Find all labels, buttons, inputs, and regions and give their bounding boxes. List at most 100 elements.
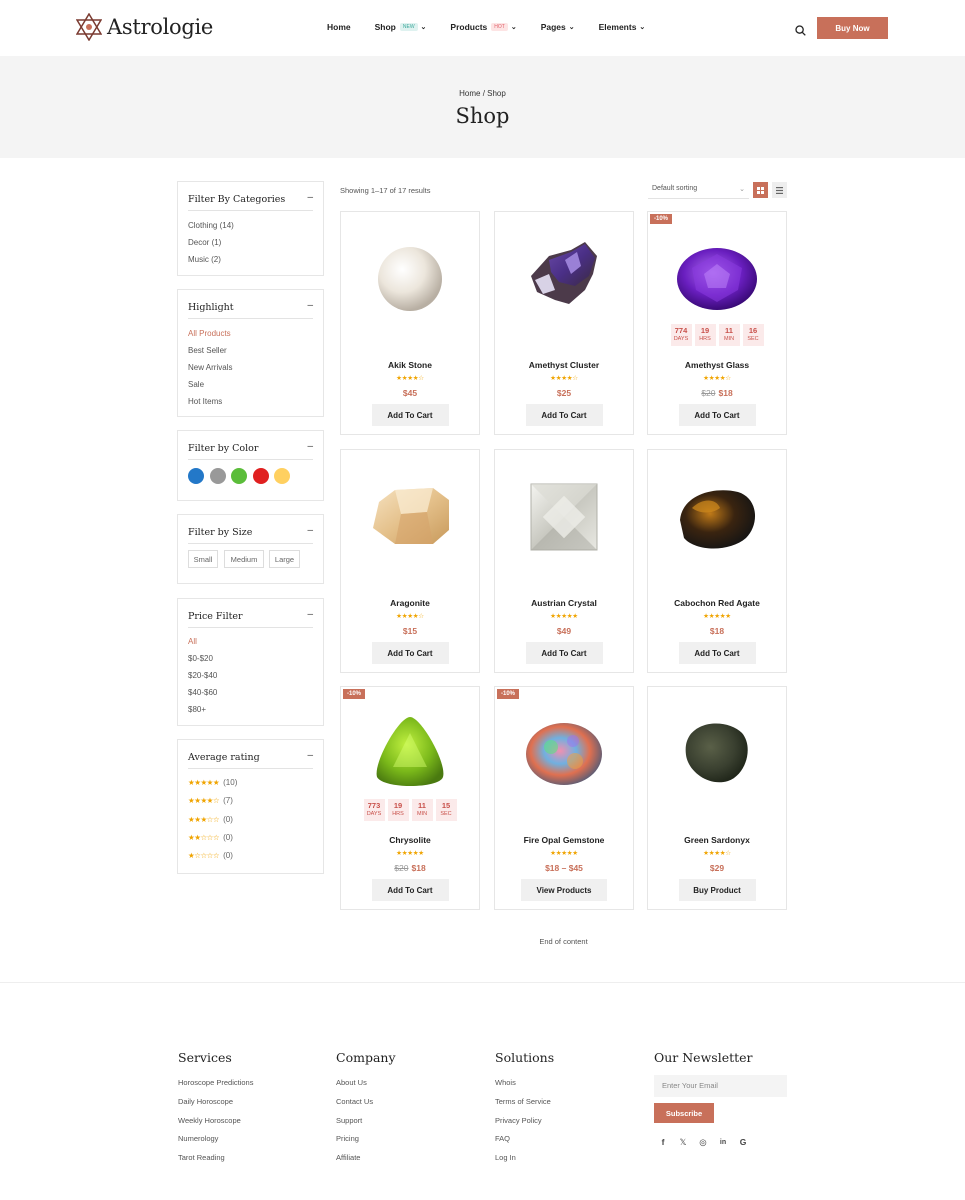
collapse-icon[interactable]: – (307, 300, 313, 311)
product-name[interactable]: Fire Opal Gemstone (495, 835, 633, 845)
footer-link[interactable]: Contact Us (336, 1093, 396, 1112)
buy-now-button[interactable]: Buy Now (817, 17, 888, 39)
facebook-icon[interactable]: f (658, 1137, 668, 1147)
footer-link[interactable]: Pricing (336, 1130, 396, 1149)
add-to-cart-button[interactable]: Add To Cart (525, 404, 603, 426)
footer-link[interactable]: Horoscope Predictions (178, 1074, 253, 1093)
product-card[interactable]: Austrian Crystal ★★★★★ $49 Add To Cart (494, 449, 634, 673)
product-image[interactable] (361, 468, 459, 566)
price-range-item[interactable]: All (188, 637, 197, 646)
footer-link[interactable]: FAQ (495, 1130, 554, 1149)
product-card[interactable]: Green Sardonyx ★★★★☆ $29 Buy Product (647, 686, 787, 910)
footer-link[interactable]: Support (336, 1112, 396, 1131)
color-swatch[interactable] (231, 468, 247, 484)
logo[interactable]: Astrologie (76, 13, 213, 41)
grid-view-icon[interactable] (753, 182, 768, 198)
list-view-icon[interactable] (772, 182, 787, 198)
add-to-cart-button[interactable]: Add To Cart (525, 642, 603, 664)
x-icon[interactable]: 𝕏 (678, 1137, 688, 1147)
size-option-medium[interactable]: Medium (224, 550, 264, 568)
rating-filter-item[interactable]: ★★★★☆ (7) (188, 796, 233, 805)
footer-link[interactable]: Terms of Service (495, 1093, 554, 1112)
product-card[interactable]: Akik Stone ★★★★☆ $45 Add To Cart (340, 211, 480, 435)
rating-filter-item[interactable]: ★☆☆☆☆ (0) (188, 851, 233, 860)
product-image[interactable] (361, 705, 459, 803)
price-range-item[interactable]: $80+ (188, 705, 206, 714)
google-icon[interactable]: G (738, 1137, 748, 1147)
collapse-icon[interactable]: – (307, 192, 313, 203)
collapse-icon[interactable]: – (307, 525, 313, 536)
product-image[interactable] (668, 705, 766, 803)
footer-link[interactable]: Daily Horoscope (178, 1093, 253, 1112)
add-to-cart-button[interactable]: Add To Cart (371, 642, 449, 664)
product-image[interactable] (668, 468, 766, 566)
product-name[interactable]: Cabochon Red Agate (648, 598, 786, 608)
add-to-cart-button[interactable]: Add To Cart (678, 404, 756, 426)
subscribe-button[interactable]: Subscribe (654, 1103, 714, 1123)
color-swatch[interactable] (209, 468, 226, 484)
footer-link[interactable]: Privacy Policy (495, 1112, 554, 1131)
product-card[interactable]: Cabochon Red Agate ★★★★★ $18 Add To Cart (647, 449, 787, 673)
product-card[interactable]: -10% 774 DAYS 19 HRS 11 MIN 16 SEC Amethyst Glass… (647, 211, 787, 435)
nav-item-shop[interactable]: Shop NEW ⌄ (375, 22, 427, 32)
product-name[interactable]: Austrian Crystal (495, 598, 633, 608)
highlight-item[interactable]: Best Seller (188, 346, 227, 355)
add-to-cart-button[interactable]: Add To Cart (371, 404, 449, 426)
product-card[interactable]: -10% 773 DAYS 19 HRS 11 MIN 15 SEC Chrysolite ★★★★… (340, 686, 480, 910)
price-range-item[interactable]: $0-$20 (188, 654, 213, 663)
product-name[interactable]: Green Sardonyx (648, 835, 786, 845)
product-image[interactable] (515, 230, 613, 328)
color-swatch[interactable] (252, 468, 269, 484)
search-icon[interactable] (795, 23, 806, 41)
product-name[interactable]: Amethyst Cluster (495, 360, 633, 370)
product-image[interactable] (515, 705, 613, 803)
highlight-item[interactable]: All Products (188, 329, 231, 338)
color-swatch[interactable] (274, 468, 290, 484)
collapse-icon[interactable]: – (307, 609, 313, 620)
product-card[interactable]: Aragonite ★★★★☆ $15 Add To Cart (340, 449, 480, 673)
nav-item-products[interactable]: Products HOT ⌄ (450, 22, 516, 32)
add-to-cart-button[interactable]: Add To Cart (678, 642, 756, 664)
size-option-large[interactable]: Large (269, 550, 300, 568)
product-image[interactable] (361, 230, 459, 328)
price-range-item[interactable]: $20-$40 (188, 671, 217, 680)
sort-select[interactable]: Default sorting ⌄ (648, 182, 749, 199)
product-name[interactable]: Chrysolite (341, 835, 479, 845)
category-item[interactable]: Decor (1) (188, 238, 221, 247)
product-name[interactable]: Amethyst Glass (648, 360, 786, 370)
highlight-item[interactable]: New Arrivals (188, 363, 232, 372)
rating-filter-item[interactable]: ★★★☆☆ (0) (188, 815, 233, 824)
breadcrumb[interactable]: Home / Shop (0, 89, 965, 98)
collapse-icon[interactable]: – (307, 441, 313, 452)
product-card[interactable]: -10% Fire Opal Gemstone ★★★★★ $18 – $45 View… (494, 686, 634, 910)
nav-item-home[interactable]: Home (327, 22, 351, 32)
product-image[interactable] (515, 468, 613, 566)
linkedin-icon[interactable]: in (718, 1137, 728, 1147)
nav-item-pages[interactable]: Pages ⌄ (541, 22, 575, 32)
product-name[interactable]: Akik Stone (341, 360, 479, 370)
buy-product-button[interactable]: Buy Product (678, 879, 756, 901)
footer-link[interactable]: Affiliate (336, 1149, 396, 1168)
highlight-item[interactable]: Hot Items (188, 397, 222, 406)
rating-filter-item[interactable]: ★★☆☆☆ (0) (188, 833, 233, 842)
price-range-item[interactable]: $40-$60 (188, 688, 217, 697)
footer-link[interactable]: Numerology (178, 1130, 253, 1149)
product-name[interactable]: Aragonite (341, 598, 479, 608)
instagram-icon[interactable]: ◎ (698, 1137, 708, 1147)
rating-filter-item[interactable]: ★★★★★ (10) (188, 778, 237, 787)
collapse-icon[interactable]: – (307, 750, 313, 761)
product-image[interactable] (668, 230, 766, 328)
footer-link[interactable]: Tarot Reading (178, 1149, 253, 1168)
nav-item-elements[interactable]: Elements ⌄ (599, 22, 646, 32)
footer-link[interactable]: About Us (336, 1074, 396, 1093)
email-input[interactable]: Enter Your Email (654, 1075, 787, 1097)
footer-link[interactable]: Weekly Horoscope (178, 1112, 253, 1131)
footer-link[interactable]: Log In (495, 1149, 554, 1168)
size-option-small[interactable]: Small (188, 550, 218, 568)
product-card[interactable]: Amethyst Cluster ★★★★☆ $25 Add To Cart (494, 211, 634, 435)
color-swatch[interactable] (188, 468, 204, 484)
highlight-item[interactable]: Sale (188, 380, 204, 389)
category-item[interactable]: Clothing (14) (188, 221, 234, 230)
footer-link[interactable]: Whois (495, 1074, 554, 1093)
category-item[interactable]: Music (2) (188, 255, 221, 264)
